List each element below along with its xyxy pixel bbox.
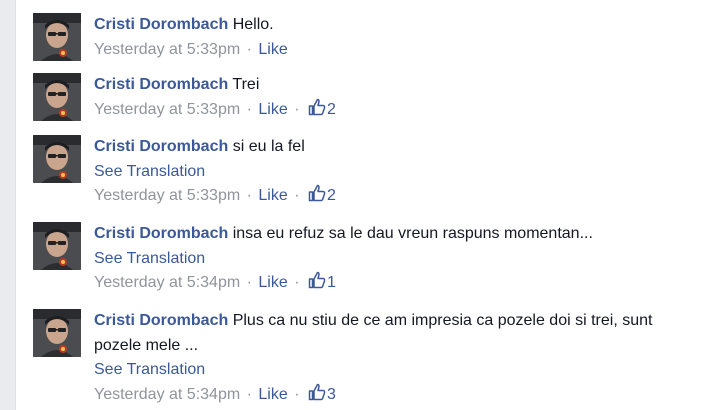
see-translation-link[interactable]: See Translation (94, 358, 684, 383)
separator: · (246, 100, 252, 118)
likes-count-link[interactable]: 1 (306, 271, 336, 291)
comment-body: Cristi Dorombach Plus ca nu stiu de ce a… (94, 309, 684, 407)
comment-body: Cristi Dorombach si eu la fel See Transl… (94, 135, 684, 209)
separator: · (246, 385, 252, 403)
see-translation-link[interactable]: See Translation (94, 160, 684, 185)
avatar[interactable] (33, 13, 81, 61)
comment-text: si eu la fel (232, 138, 305, 155)
avatar-image (33, 73, 81, 121)
separator: · (294, 100, 300, 118)
like-button[interactable]: Like (258, 274, 287, 291)
avatar[interactable] (33, 135, 81, 183)
like-button[interactable]: Like (258, 386, 287, 403)
comment-body: Cristi Dorombach insa eu refuz sa le dau… (94, 222, 684, 296)
comment-meta: Yesterday at 5:33pm · Like (94, 38, 684, 63)
likes-count: 2 (327, 187, 336, 204)
timestamp-link[interactable]: Yesterday at 5:33pm (94, 41, 240, 58)
avatar[interactable] (33, 309, 81, 357)
author-link[interactable]: Cristi Dorombach (94, 225, 228, 242)
avatar-image (33, 13, 81, 61)
avatar[interactable] (33, 73, 81, 121)
thumbs-up-icon (308, 383, 326, 400)
comment-text: Hello. (232, 16, 274, 33)
likes-count-link[interactable]: 2 (306, 98, 336, 118)
author-link[interactable]: Cristi Dorombach (94, 16, 228, 33)
thumbs-up-icon (308, 98, 326, 115)
likes-count-link[interactable]: 3 (306, 383, 336, 403)
timestamp-link[interactable]: Yesterday at 5:34pm (94, 386, 240, 403)
separator: · (294, 385, 300, 403)
likes-count: 3 (327, 385, 336, 403)
thumbs-up-icon (308, 271, 326, 289)
comment-meta: Yesterday at 5:33pm · Like · 2 (94, 98, 684, 123)
separator: · (246, 274, 252, 291)
like-button[interactable]: Like (258, 187, 287, 204)
likes-count-link[interactable]: 2 (306, 184, 336, 204)
comment-text: insa eu refuz sa le dau vreun raspuns mo… (232, 225, 593, 242)
separator: · (294, 274, 300, 291)
timestamp-link[interactable]: Yesterday at 5:34pm (94, 274, 240, 291)
avatar-image (33, 309, 81, 357)
author-link[interactable]: Cristi Dorombach (94, 76, 228, 93)
timestamp-link[interactable]: Yesterday at 5:33pm (94, 187, 240, 204)
comment-meta: Yesterday at 5:34pm · Like · 1 (94, 271, 684, 296)
see-translation-link[interactable]: See Translation (94, 247, 684, 272)
comment-meta: Yesterday at 5:33pm · Like · 2 (94, 184, 684, 209)
avatar-image (33, 222, 81, 270)
like-button[interactable]: Like (258, 41, 287, 58)
like-button[interactable]: Like (258, 101, 287, 118)
timestamp-link[interactable]: Yesterday at 5:33pm (94, 101, 240, 118)
author-link[interactable]: Cristi Dorombach (94, 312, 228, 329)
comment-text: Trei (232, 76, 260, 93)
likes-count: 2 (327, 100, 336, 118)
avatar-image (33, 135, 81, 183)
author-link[interactable]: Cristi Dorombach (94, 138, 228, 155)
likes-count: 1 (327, 274, 336, 291)
separator: · (294, 187, 300, 204)
thumbs-up-icon (308, 184, 326, 202)
separator: · (246, 40, 252, 58)
comment-body: Cristi Dorombach Hello. Yesterday at 5:3… (94, 13, 684, 62)
left-rail (0, 0, 16, 410)
separator: · (246, 187, 252, 204)
comment-body: Cristi Dorombach Trei Yesterday at 5:33p… (94, 73, 684, 122)
avatar[interactable] (33, 222, 81, 270)
comment-meta: Yesterday at 5:34pm · Like · 3 (94, 383, 684, 408)
